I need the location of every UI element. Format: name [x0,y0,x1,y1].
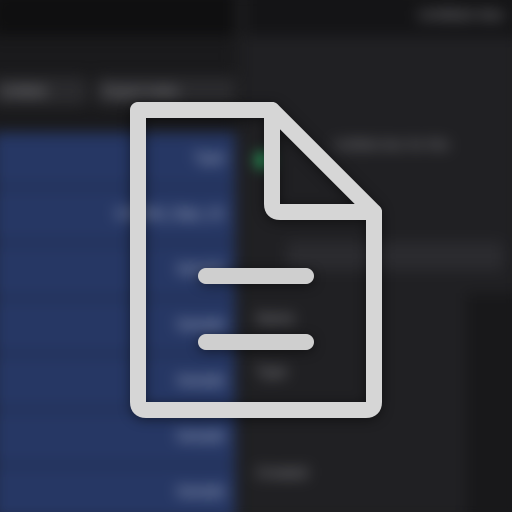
title-bar: Untitled doc [0,0,512,36]
window-title: Untitled doc [418,6,506,25]
label-created: Created [256,464,308,481]
values-column [466,293,512,512]
list-item-name: Sample [176,426,226,444]
title-bar-left [0,0,236,36]
screen: Untitled doc Untitled Export notes Type … [0,0,512,512]
document-icon [130,102,382,418]
list-item[interactable]: Sample [0,466,236,512]
list-item-name: Sample [176,482,226,500]
toolbar-button[interactable]: Untitled [0,76,88,106]
